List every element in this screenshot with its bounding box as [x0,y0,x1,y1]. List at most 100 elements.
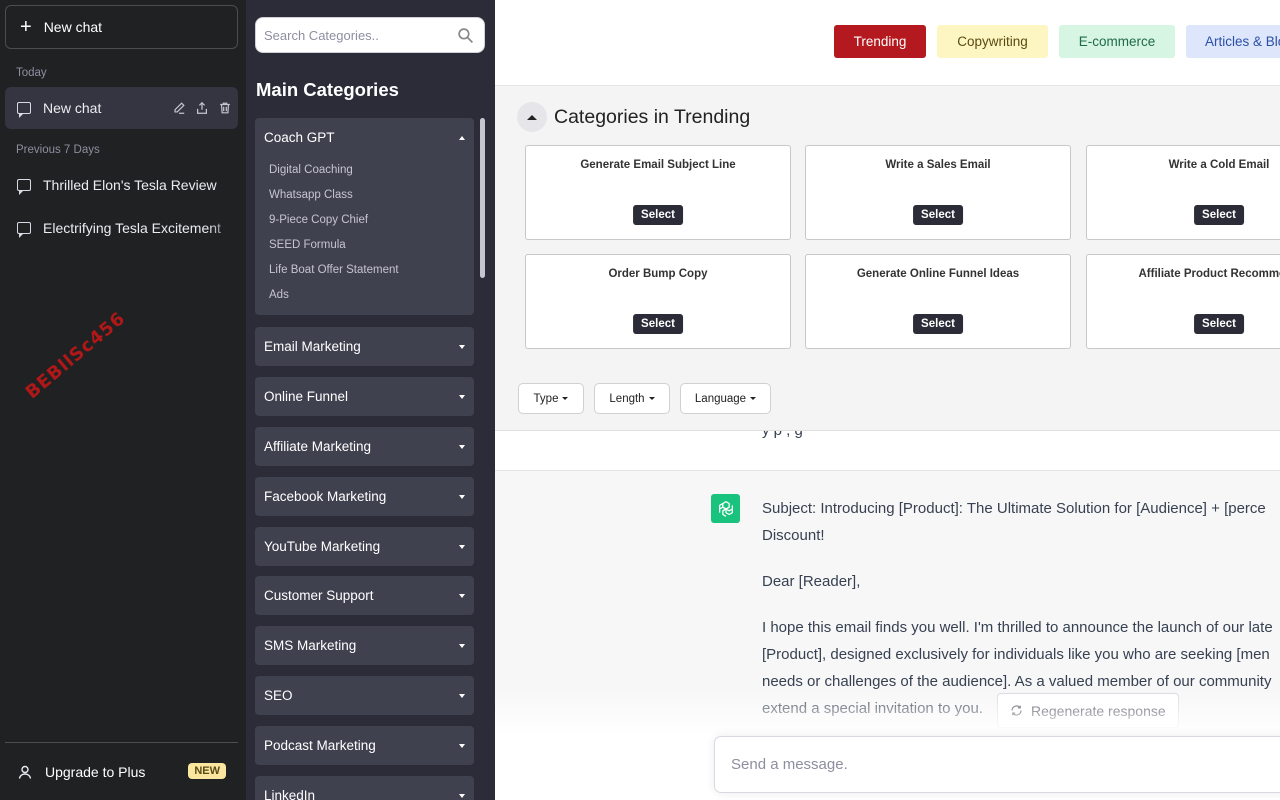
caret-down-icon [459,394,465,399]
card-title: Write a Cold Email [1168,159,1270,171]
regenerate-label: Regenerate response [1031,702,1166,719]
caret-down-icon [459,743,465,748]
caret-down-icon [459,593,465,598]
subcategory-item[interactable]: 9-Piece Copy Chief [269,207,474,232]
trending-section: Categories in Trending Generate Email Su… [495,86,1280,367]
previous-7-days-heading: Previous 7 Days [16,144,100,156]
chat-item-new-chat[interactable]: New chat [5,87,238,129]
category-online-funnel[interactable]: Online Funnel [255,377,474,416]
select-button[interactable]: Select [1194,205,1244,225]
category-tabs: Trending Copywriting E-commerce Articles… [495,0,1280,86]
tab-articles-blogs[interactable]: Articles & Blo [1186,25,1280,58]
main-categories-title: Main Categories [256,79,399,100]
scrollbar-thumb[interactable] [480,118,485,278]
category-podcast-marketing[interactable]: Podcast Marketing [255,726,474,765]
collapse-section-button[interactable] [517,102,547,132]
section-title: Categories in Trending [554,106,751,128]
caret-down-icon [459,344,465,349]
category-email-marketing[interactable]: Email Marketing [255,327,474,366]
new-chat-label: New chat [43,19,103,35]
prompt-card: Write a Sales Email Select [805,145,1071,240]
language-dropdown[interactable]: Language [680,383,771,414]
new-chat-button[interactable]: + New chat [5,5,238,49]
subcategory-item[interactable]: SEED Formula [269,232,474,257]
select-button[interactable]: Select [633,205,683,225]
length-dropdown[interactable]: Length [594,383,670,414]
category-label: Online Funnel [264,389,349,404]
subcategory-list: Digital Coaching Whatsapp Class 9-Piece … [255,157,474,315]
select-button[interactable]: Select [633,314,683,334]
chat-item-label: New chat [43,100,102,116]
subcategory-item[interactable]: Digital Coaching [269,157,474,182]
trash-icon[interactable] [218,101,232,115]
category-label: Customer Support [264,588,374,603]
type-dropdown[interactable]: Type [518,383,584,414]
upgrade-to-plus-button[interactable]: Upgrade to Plus NEW [5,751,238,793]
share-icon[interactable] [195,101,209,115]
category-seo[interactable]: SEO [255,676,474,715]
body-line: I hope this email finds you well. I'm th… [762,619,1273,636]
chat-actions [172,87,232,129]
edit-icon[interactable] [172,101,186,115]
category-youtube-marketing[interactable]: YouTube Marketing [255,527,474,566]
regenerate-response-button[interactable]: Regenerate response [997,693,1179,728]
filter-label: Length [609,392,645,405]
prompt-card: Generate Email Subject Line Select [525,145,791,240]
category-facebook-marketing[interactable]: Facebook Marketing [255,477,474,516]
card-title: Affiliate Product Recommend [1138,268,1280,280]
tab-label: Articles & Blo [1205,34,1280,49]
search-icon[interactable] [457,27,474,44]
card-title: Order Bump Copy [608,268,708,280]
category-label: SEO [264,688,293,703]
category-header[interactable]: Coach GPT [255,118,474,157]
sidebar-divider [5,742,238,743]
chatgpt-logo-icon [711,494,740,523]
category-customer-support[interactable]: Customer Support [255,576,474,615]
message-input-box [714,736,1280,793]
category-coach-gpt: Coach GPT Digital Coaching Whatsapp Clas… [255,118,474,315]
today-heading: Today [16,67,47,79]
select-button[interactable]: Select [913,205,963,225]
category-sms-marketing[interactable]: SMS Marketing [255,626,474,665]
category-label: Coach GPT [264,130,335,145]
categories-panel: Main Categories Coach GPT Digital Coachi… [246,0,495,800]
chat-item-tesla-review[interactable]: Thrilled Elon's Tesla Review [5,164,238,206]
tab-trending[interactable]: Trending [834,25,926,58]
message-input[interactable] [731,756,1280,773]
subcategory-item[interactable]: Ads [269,282,474,307]
category-label: Facebook Marketing [264,489,387,504]
category-search-input[interactable] [264,27,457,43]
prompt-card: Affiliate Product Recommend Select [1086,254,1280,349]
card-title: Generate Online Funnel Ideas [856,268,1020,280]
category-label: Email Marketing [264,339,361,354]
category-label: Podcast Marketing [264,738,376,753]
caret-up-icon [527,114,537,120]
card-title: Write a Sales Email [885,159,991,171]
card-title: Generate Email Subject Line [580,159,736,171]
caret-up-icon [459,135,465,140]
body-line: needs or challenges of the audience]. As… [762,673,1272,690]
prompt-card: Order Bump Copy Select [525,254,791,349]
category-linkedin[interactable]: LinkedIn [255,776,474,800]
tab-label: Trending [853,34,907,49]
category-label: Affiliate Marketing [264,439,372,454]
user-icon [17,764,33,780]
subcategory-item[interactable]: Life Boat Offer Statement [269,257,474,282]
subject-line: Subject: Introducing [Product]: The Ulti… [762,500,1266,517]
subject-line-cont: Discount! [762,527,825,544]
category-affiliate-marketing[interactable]: Affiliate Marketing [255,427,474,466]
subcategory-item[interactable]: Whatsapp Class [269,182,474,207]
filter-label: Type [533,392,559,405]
tab-e-commerce[interactable]: E-commerce [1059,25,1175,58]
filter-label: Language [694,392,747,405]
tab-label: E-commerce [1078,34,1156,49]
category-search [255,17,485,53]
select-button[interactable]: Select [1194,314,1244,334]
chat-bubble-icon [17,179,31,195]
chat-item-tesla-excitement[interactable]: Electrifying Tesla Excitement [5,207,238,249]
chat-sidebar: + New chat Today New chat Previous 7 Day… [0,0,246,800]
select-button[interactable]: Select [913,314,963,334]
filter-bar: Type Length Language [495,367,1280,431]
caret-down-icon [459,444,465,449]
tab-copywriting[interactable]: Copywriting [937,25,1048,58]
